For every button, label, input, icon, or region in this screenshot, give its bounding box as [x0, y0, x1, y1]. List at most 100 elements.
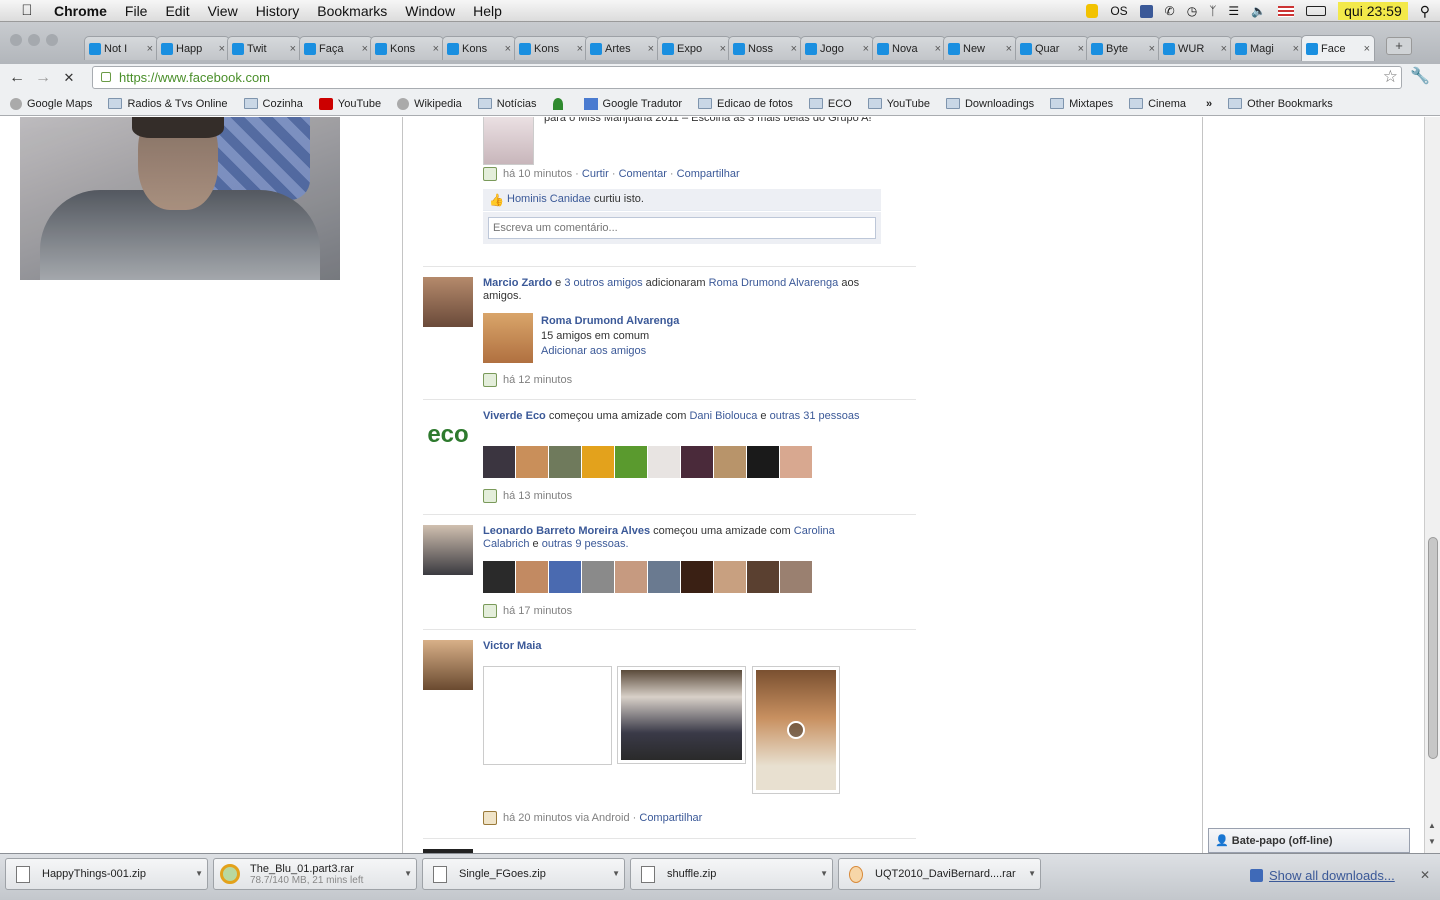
friend-thumbnail[interactable]	[780, 446, 812, 478]
story-time[interactable]: há 13 minutos	[503, 490, 572, 502]
bookmark-item[interactable]: Cozinha	[243, 98, 303, 110]
tab-item[interactable]: Face ×	[1301, 35, 1375, 61]
wifi-icon[interactable]: ☰	[1228, 4, 1239, 18]
minimize-window-icon[interactable]	[28, 34, 40, 46]
address-bar[interactable]: https://www.facebook.com	[92, 66, 1402, 89]
tray-os-label[interactable]: OS	[1110, 4, 1127, 18]
tab-item[interactable]: Jogo ×	[800, 36, 874, 60]
bookmark-item[interactable]: Mixtapes	[1050, 98, 1113, 110]
tab-item[interactable]: Happ ×	[156, 36, 230, 60]
tab-close-icon[interactable]: ×	[648, 43, 654, 55]
download-item[interactable]: Single_FGoes.zip ▼	[422, 858, 625, 890]
scrollbar-thumb[interactable]	[1428, 537, 1438, 759]
friend-card-photo[interactable]	[483, 313, 533, 363]
download-item-active[interactable]: The_Blu_01.part3.rar 78.7/140 MB, 21 min…	[213, 858, 417, 890]
tab-item[interactable]: Expo ×	[657, 36, 731, 60]
menu-edit[interactable]: Edit	[165, 3, 189, 19]
menu-help[interactable]: Help	[473, 3, 502, 19]
tab-close-icon[interactable]: ×	[1006, 43, 1012, 55]
scroll-down-arrow[interactable]: ▼	[1428, 837, 1436, 846]
friend-thumbnail[interactable]	[549, 561, 581, 593]
tab-item[interactable]: Noss ×	[728, 36, 802, 60]
note-icon[interactable]	[1086, 4, 1099, 18]
stop-button[interactable]: ✕	[56, 70, 82, 86]
tab-item[interactable]: Kons ×	[442, 36, 516, 60]
friend-card-name[interactable]: Roma Drumond Alvarenga	[541, 315, 679, 327]
tab-close-icon[interactable]: ×	[577, 43, 583, 55]
tab-close-icon[interactable]: ×	[720, 43, 726, 55]
bookmark-item[interactable]: YouTube	[867, 98, 930, 110]
menu-file[interactable]: File	[125, 3, 148, 19]
tab-close-icon[interactable]: ×	[147, 43, 153, 55]
bookmark-item[interactable]: ECO	[808, 98, 852, 110]
add-friend-link[interactable]: Adicionar aos amigos	[541, 345, 646, 357]
menu-bookmarks[interactable]: Bookmarks	[317, 3, 387, 19]
flag-icon[interactable]	[1278, 5, 1295, 17]
bookmark-item[interactable]: Google Tradutor	[583, 97, 682, 110]
comment-link[interactable]: Comentar	[619, 168, 667, 180]
tab-close-icon[interactable]: ×	[1293, 43, 1299, 55]
dropdown-arrow-icon[interactable]: ▼	[1028, 869, 1036, 878]
bookmark-item[interactable]: Wikipedia	[397, 97, 462, 110]
like-link[interactable]: Curtir	[582, 168, 609, 180]
phone-icon[interactable]: ✆	[1165, 4, 1175, 18]
like-name[interactable]: Hominis Canidae	[507, 193, 591, 205]
dropdown-arrow-icon[interactable]: ▼	[820, 869, 828, 878]
friend-thumbnail[interactable]	[483, 446, 515, 478]
tab-item[interactable]: WUR ×	[1158, 36, 1232, 60]
bookmark-item[interactable]: Radios & Tvs Online	[108, 98, 228, 110]
tab-item[interactable]: Artes ×	[585, 36, 659, 60]
chat-bar[interactable]: 👤 Bate-papo (off-line)	[1208, 828, 1410, 853]
avatar[interactable]	[423, 640, 473, 690]
avatar[interactable]	[423, 525, 473, 575]
friend-thumbnail[interactable]	[648, 446, 680, 478]
tab-item[interactable]: Kons ×	[370, 36, 444, 60]
friend-thumbnail[interactable]	[747, 561, 779, 593]
friend-thumbnail[interactable]	[516, 446, 548, 478]
friend-thumbnail[interactable]	[714, 561, 746, 593]
story-time[interactable]: há 10 minutos	[503, 168, 572, 180]
back-button[interactable]: ←	[4, 69, 30, 87]
tab-close-icon[interactable]: ×	[1078, 43, 1084, 55]
tab-close-icon[interactable]: ×	[791, 43, 797, 55]
target-link[interactable]: Roma Drumond Alvarenga	[709, 277, 839, 289]
tab-item[interactable]: Not I ×	[84, 36, 158, 60]
story-time[interactable]: há 12 minutos	[503, 374, 572, 386]
friend-thumbnail[interactable]	[747, 446, 779, 478]
bookmark-item[interactable]: Cinema	[1129, 98, 1186, 110]
tab-close-icon[interactable]: ×	[1364, 43, 1370, 55]
actor-name[interactable]: Viverde Eco	[483, 410, 546, 422]
video-thumbnail[interactable]	[752, 666, 840, 794]
friend-thumbnail[interactable]	[615, 446, 647, 478]
bookmark-item[interactable]	[552, 97, 568, 110]
actor-name[interactable]: Victor Maia	[483, 640, 542, 652]
download-item[interactable]: UQT2010_DaviBernard....rar ▼	[838, 858, 1041, 890]
target-link[interactable]: Dani Biolouca	[689, 410, 757, 422]
story-time[interactable]: há 17 minutos	[503, 605, 572, 617]
webcam-overlay[interactable]	[20, 117, 340, 280]
actor-name[interactable]: Marcio Zardo	[483, 277, 552, 289]
tab-close-icon[interactable]: ×	[219, 43, 225, 55]
menu-view[interactable]: View	[208, 3, 238, 19]
menu-app-chrome[interactable]: Chrome	[54, 3, 107, 19]
tab-item[interactable]: Kons ×	[514, 36, 588, 60]
tab-close-icon[interactable]: ×	[433, 43, 439, 55]
story-photo[interactable]	[483, 117, 534, 165]
close-shelf-icon[interactable]: ✕	[1420, 868, 1430, 882]
friend-thumbnail[interactable]	[549, 446, 581, 478]
comment-input[interactable]	[488, 217, 876, 239]
friend-thumbnail[interactable]	[780, 561, 812, 593]
tab-close-icon[interactable]: ×	[935, 43, 941, 55]
story-time[interactable]: há 20 minutos via Android	[503, 812, 630, 824]
friend-thumbnail[interactable]	[714, 446, 746, 478]
friend-thumbnail[interactable]	[582, 561, 614, 593]
tab-item[interactable]: Twit ×	[227, 36, 301, 60]
tab-item[interactable]: Nova ×	[872, 36, 946, 60]
bookmark-item[interactable]: Edicao de fotos	[698, 98, 793, 110]
download-item[interactable]: HappyThings-001.zip ▼	[5, 858, 208, 890]
wrench-menu-icon[interactable]: 🔧	[1410, 66, 1430, 86]
bookmark-item[interactable]: Notícias	[477, 98, 537, 110]
download-item[interactable]: shuffle.zip ▼	[630, 858, 833, 890]
tab-close-icon[interactable]: ×	[863, 43, 869, 55]
dropdown-arrow-icon[interactable]: ▼	[195, 869, 203, 878]
